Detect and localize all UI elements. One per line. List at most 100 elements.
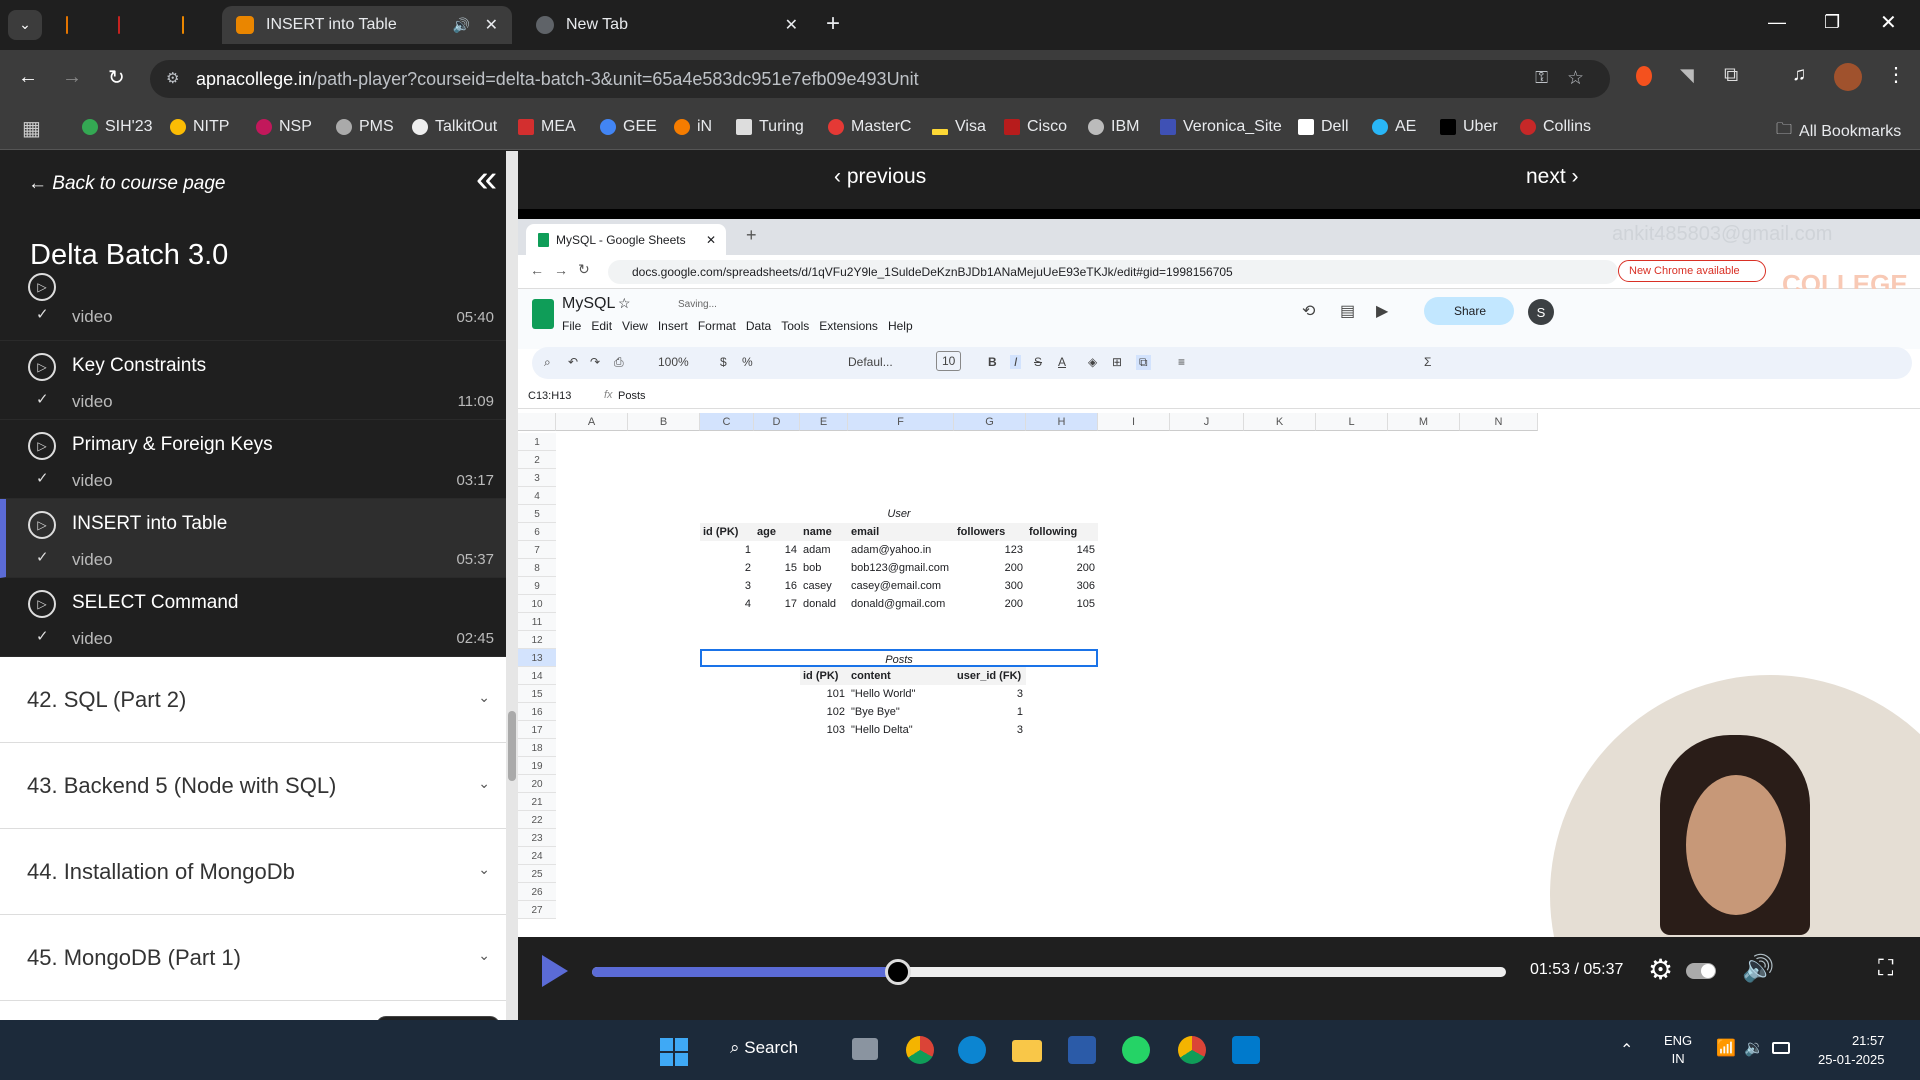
profile-avatar[interactable] <box>1834 63 1862 91</box>
bookmark-item[interactable]: Collins <box>1520 118 1591 136</box>
browser-tab-active[interactable]: INSERT into Table 🔊 ✕ <box>222 6 512 44</box>
scrollbar-thumb[interactable] <box>508 711 516 781</box>
file-explorer-icon[interactable] <box>1012 1040 1042 1062</box>
show-hidden-icons[interactable]: ⌃ <box>1620 1040 1633 1060</box>
language-indicator[interactable]: ENG IN <box>1664 1032 1692 1068</box>
bookmark-item[interactable]: Cisco <box>1004 118 1067 136</box>
forward-icon[interactable]: → <box>62 66 82 89</box>
row-header: 19 <box>518 757 556 775</box>
settings-icon[interactable]: ⚙ <box>1648 953 1673 986</box>
bookmark-item[interactable]: MEA <box>518 118 576 136</box>
reload-icon[interactable]: ↻ <box>108 65 125 90</box>
whatsapp-icon[interactable] <box>1122 1036 1150 1064</box>
browser-tab[interactable] <box>104 6 146 44</box>
lesson-item[interactable]: ▷ Primary & Foreign Keys ✓ video 03:17 <box>0 420 506 499</box>
clock[interactable]: 21:57 25-01-2025 <box>1818 1031 1885 1069</box>
lesson-item[interactable]: ▷ SELECT Command ✓ video 02:45 <box>0 578 506 657</box>
bookmark-item[interactable]: SIH'23 <box>82 118 153 136</box>
browser-tab[interactable] <box>168 6 210 44</box>
menu-kebab-icon[interactable]: ⋮ <box>1886 62 1906 87</box>
volume-icon[interactable]: 🔉 <box>1744 1038 1764 1058</box>
table-cell: casey <box>803 580 832 592</box>
task-view-icon[interactable] <box>852 1038 878 1060</box>
bookmark-item[interactable]: PMS <box>336 118 394 136</box>
chrome-taskbar-icon[interactable] <box>906 1036 934 1064</box>
bookmark-favicon-icon <box>1520 119 1536 135</box>
battery-icon[interactable] <box>1772 1042 1790 1054</box>
snipping-tool-icon[interactable] <box>1068 1036 1096 1064</box>
browser-tab[interactable]: New Tab ✕ <box>522 6 812 44</box>
bookmark-item[interactable]: Uber <box>1440 118 1498 136</box>
progress-knob[interactable] <box>885 959 912 985</box>
restore-button[interactable]: ❐ <box>1824 12 1840 33</box>
lesson-item-active[interactable]: ▷ INSERT into Table ✓ video 05:37 <box>0 499 506 578</box>
collapse-sidebar-icon[interactable]: « <box>476 160 497 198</box>
star-icon: ☆ <box>618 295 631 311</box>
new-tab-button[interactable]: + <box>826 10 840 38</box>
bookmark-item[interactable]: GEE <box>600 118 657 136</box>
password-key-icon[interactable]: ⚿ <box>1535 68 1548 88</box>
section-item[interactable]: 44. Installation of MongoDb ⌄ <box>0 829 506 915</box>
volume-icon[interactable]: 🔊 <box>1742 953 1774 984</box>
bookmark-item[interactable]: NSP <box>256 118 312 136</box>
bookmark-item[interactable]: AE <box>1372 118 1416 136</box>
wifi-icon[interactable]: 📶 <box>1716 1038 1736 1058</box>
extension-icon[interactable] <box>1636 66 1652 86</box>
extensions-puzzle-icon[interactable]: ⧉ <box>1724 64 1738 87</box>
windows-start-icon[interactable] <box>660 1038 688 1066</box>
row-header: 3 <box>518 469 556 487</box>
progress-bar[interactable] <box>592 959 1506 985</box>
speaker-icon[interactable]: 🔊 <box>453 17 470 34</box>
bookmark-item[interactable]: IBM <box>1088 118 1139 136</box>
close-window-button[interactable]: ✕ <box>1880 10 1897 35</box>
table-cell: 105 <box>1076 598 1095 610</box>
fullscreen-icon[interactable]: ⛶ <box>1878 955 1893 981</box>
table-cell: User <box>887 508 911 520</box>
section-item[interactable]: 42. SQL (Part 2) ⌄ <box>0 657 506 743</box>
lesson-item[interactable]: ▷ ✓ video 05:40 <box>0 273 506 341</box>
apps-grid-icon[interactable]: ▦ <box>22 116 41 141</box>
chrome-profile-icon[interactable] <box>1178 1036 1206 1064</box>
table-cell: 306 <box>1076 580 1095 592</box>
bookmark-item[interactable]: Dell <box>1298 118 1349 136</box>
row-header: 27 <box>518 901 556 919</box>
back-to-course-link[interactable]: ← Back to course page <box>28 173 226 195</box>
media-control-icon[interactable]: ♫ <box>1792 64 1806 86</box>
taskbar-search[interactable]: ⌕ Search <box>730 1038 798 1058</box>
play-icon[interactable] <box>542 955 568 987</box>
section-item[interactable]: 43. Backend 5 (Node with SQL) ⌄ <box>0 743 506 829</box>
toggle-icon[interactable] <box>1686 963 1716 979</box>
browser-tab[interactable] <box>52 6 94 44</box>
sidebar-scrollbar-track[interactable] <box>506 151 518 1020</box>
address-bar[interactable]: ⚙ apnacollege.in/path-player?courseid=de… <box>150 60 1610 98</box>
bookmark-item[interactable]: iN <box>674 118 712 136</box>
course-sidebar: ← Back to course page « Delta Batch 3.0 … <box>0 151 506 1020</box>
all-bookmarks[interactable]: 🗀 All Bookmarks <box>1776 118 1901 145</box>
vscode-icon[interactable] <box>1232 1036 1260 1064</box>
next-button[interactable]: next › <box>1526 165 1579 189</box>
font-name: Defaul... <box>848 355 893 369</box>
site-info-icon[interactable]: ⚙ <box>166 69 179 87</box>
edge-icon[interactable] <box>958 1036 986 1064</box>
back-icon[interactable]: ← <box>18 66 38 89</box>
bookmark-item[interactable]: NITP <box>170 118 229 136</box>
bookmark-item[interactable]: Veronica_Site <box>1160 118 1282 136</box>
bookmark-item[interactable]: TalkitOut <box>412 118 497 136</box>
previous-button[interactable]: ‹ previous <box>834 165 926 189</box>
lesson-item[interactable]: ▷ Key Constraints ✓ video 11:09 <box>0 341 506 420</box>
table-cell: id (PK) <box>800 667 848 685</box>
close-tab-icon[interactable]: ✕ <box>485 15 498 35</box>
bookmark-item[interactable]: Turing <box>736 118 804 136</box>
minimize-button[interactable]: — <box>1768 12 1786 33</box>
bookmark-favicon-icon <box>1440 119 1456 135</box>
close-tab-icon[interactable]: ✕ <box>785 15 798 35</box>
section-item[interactable]: 45. MongoDB (Part 1) ⌄ <box>0 915 506 1001</box>
bookmark-item[interactable]: Visa <box>932 118 986 136</box>
tab-search-button[interactable]: ⌄ <box>8 10 42 40</box>
bookmark-item[interactable]: MasterC <box>828 118 911 136</box>
frame-tab: MySQL - Google Sheets ✕ <box>526 224 726 255</box>
table-cell: 103 <box>826 724 845 736</box>
bookmark-star-icon[interactable]: ☆ <box>1567 67 1584 90</box>
extension-icon[interactable]: ◥ <box>1680 65 1694 86</box>
sheets-logo-icon <box>532 299 554 329</box>
